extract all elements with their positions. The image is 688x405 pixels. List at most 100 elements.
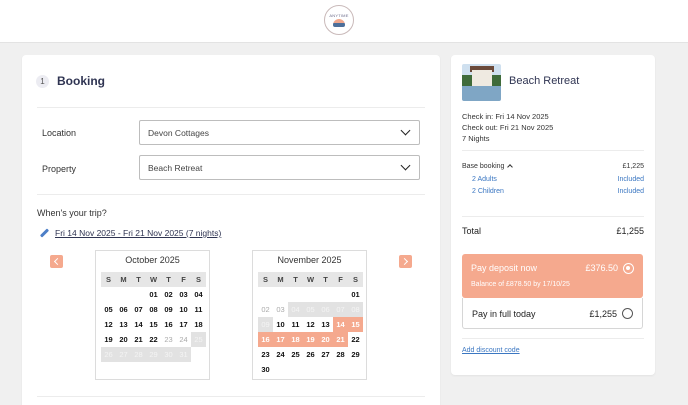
calendar-day[interactable]: 14	[131, 317, 146, 332]
calendar-day[interactable]: 20	[116, 332, 131, 347]
calendar-day[interactable]: 05	[101, 302, 116, 317]
adults-value: Included	[617, 176, 644, 183]
pay-deposit-option[interactable]: Pay deposit now £376.50 Balance of £878.…	[462, 254, 643, 298]
children-label: 2 Children	[472, 188, 504, 195]
calendar-day[interactable]: 13	[116, 317, 131, 332]
calendar-day: 02	[261, 305, 270, 314]
calendar-grid: S M T W T F S 01 02 03 04 05 06 07 08 09 10 11 12 13 14 15 16 1…	[258, 272, 363, 377]
chevron-down-icon	[400, 160, 411, 171]
calendar-day[interactable]: 12	[303, 317, 318, 332]
calendar-day[interactable]: 01	[146, 287, 161, 302]
booking-title: Booking	[57, 74, 105, 88]
calendar-day[interactable]: 28	[333, 347, 348, 362]
pay-deposit-label: Pay deposit now	[471, 263, 538, 273]
calendar-day[interactable]: 10	[273, 317, 288, 332]
property-select[interactable]: Beach Retreat	[139, 155, 420, 180]
calendar-day[interactable]: 01	[348, 287, 363, 302]
calendar-empty-cell	[258, 287, 273, 302]
calendar-day: 25	[191, 332, 206, 347]
calendar-day[interactable]: 09	[161, 302, 176, 317]
calendar-day[interactable]: 16	[258, 332, 273, 347]
brand-logo[interactable]: ANYTIME	[324, 5, 354, 35]
property-label: Property	[42, 164, 77, 174]
calendar-day: 27	[116, 347, 131, 362]
calendar-day[interactable]: 18	[288, 332, 303, 347]
calendar-day[interactable]: 10	[176, 302, 191, 317]
calendar-day[interactable]: 23	[258, 347, 273, 362]
calendar-empty-cell	[273, 362, 288, 377]
calendar-day[interactable]: 11	[288, 317, 303, 332]
calendar-day[interactable]: 12	[101, 317, 116, 332]
calendar-day[interactable]: 11	[191, 302, 206, 317]
calendar-day[interactable]: 17	[176, 317, 191, 332]
calendar-day[interactable]: 15	[146, 317, 161, 332]
calendar-day[interactable]: 29	[348, 347, 363, 362]
date-range-link[interactable]: Fri 14 Nov 2025 - Fri 21 Nov 2025 (7 nig…	[40, 228, 221, 238]
base-booking-row[interactable]: Base booking £1,225	[462, 163, 644, 170]
calendar-prev-button[interactable]	[50, 255, 63, 268]
calendar-day: 26	[101, 347, 116, 362]
calendar-day[interactable]: 02	[161, 287, 176, 302]
calendar-day[interactable]: 06	[116, 302, 131, 317]
calendar-day: 09	[258, 317, 273, 332]
calendar-day: 06	[318, 302, 333, 317]
calendar-day[interactable]: 25	[288, 347, 303, 362]
weekday-header: F	[176, 272, 191, 287]
weekday-header: T	[288, 272, 303, 287]
calendar-day[interactable]: 24	[273, 347, 288, 362]
calendar-empty-cell	[303, 362, 318, 377]
location-select[interactable]: Devon Cottages	[139, 120, 420, 145]
calendar-empty-cell	[333, 287, 348, 302]
divider	[462, 216, 644, 217]
weekday-header: M	[273, 272, 288, 287]
calendar-day[interactable]: 13	[318, 317, 333, 332]
total-label: Total	[462, 226, 482, 236]
calendar-day[interactable]: 17	[273, 332, 288, 347]
base-booking-amount: £1,225	[622, 163, 644, 170]
calendar-day[interactable]: 26	[303, 347, 318, 362]
calendar-day: 08	[348, 302, 363, 317]
property-select-value: Beach Retreat	[148, 162, 203, 173]
calendar-day[interactable]: 14	[333, 317, 348, 332]
calendar-empty-cell	[101, 287, 116, 302]
calendar-day[interactable]: 30	[258, 362, 273, 377]
weekday-header: T	[131, 272, 146, 287]
logo-text: ANYTIME	[329, 12, 349, 18]
pay-deposit-radio[interactable]	[623, 263, 634, 274]
chevron-up-icon	[507, 164, 514, 170]
calendar-day[interactable]: 07	[131, 302, 146, 317]
calendar-empty-cell	[348, 362, 363, 377]
calendar-day[interactable]: 21	[131, 332, 146, 347]
calendar-day: 04	[288, 302, 303, 317]
calendar-day: 05	[303, 302, 318, 317]
divider	[37, 194, 425, 195]
calendar-next-button[interactable]	[399, 255, 412, 268]
base-booking-label: Base booking	[462, 163, 505, 170]
calendar-day[interactable]: 16	[161, 317, 176, 332]
weekday-header: S	[191, 272, 206, 287]
calendar-empty-cell	[116, 287, 131, 302]
nights-text: 7 Nights	[462, 134, 490, 143]
calendar-day[interactable]: 21	[333, 332, 348, 347]
divider	[462, 338, 644, 339]
pay-full-radio[interactable]	[622, 308, 633, 319]
calendar-month-title: October 2025	[125, 255, 180, 265]
calendar-day[interactable]: 19	[101, 332, 116, 347]
calendar-day[interactable]: 04	[191, 287, 206, 302]
add-discount-code-link[interactable]: Add discount code	[462, 347, 520, 354]
pay-deposit-amount: £376.50	[585, 263, 618, 273]
calendar-day[interactable]: 27	[318, 347, 333, 362]
calendar-day[interactable]: 20	[318, 332, 333, 347]
calendar-day[interactable]: 22	[348, 332, 363, 347]
calendar-day[interactable]: 18	[191, 317, 206, 332]
calendar-day[interactable]: 08	[146, 302, 161, 317]
calendar-day[interactable]: 03	[176, 287, 191, 302]
calendar-day[interactable]: 15	[348, 317, 363, 332]
check-out-text: Check out: Fri 21 Nov 2025	[462, 123, 554, 132]
weekday-header: M	[116, 272, 131, 287]
weekday-header: F	[333, 272, 348, 287]
pay-full-option[interactable]: Pay in full today £1,255	[462, 298, 643, 329]
calendar-day[interactable]: 19	[303, 332, 318, 347]
booking-panel: 1 Booking Location Devon Cottages Proper…	[22, 55, 440, 405]
calendar-day[interactable]: 22	[146, 332, 161, 347]
